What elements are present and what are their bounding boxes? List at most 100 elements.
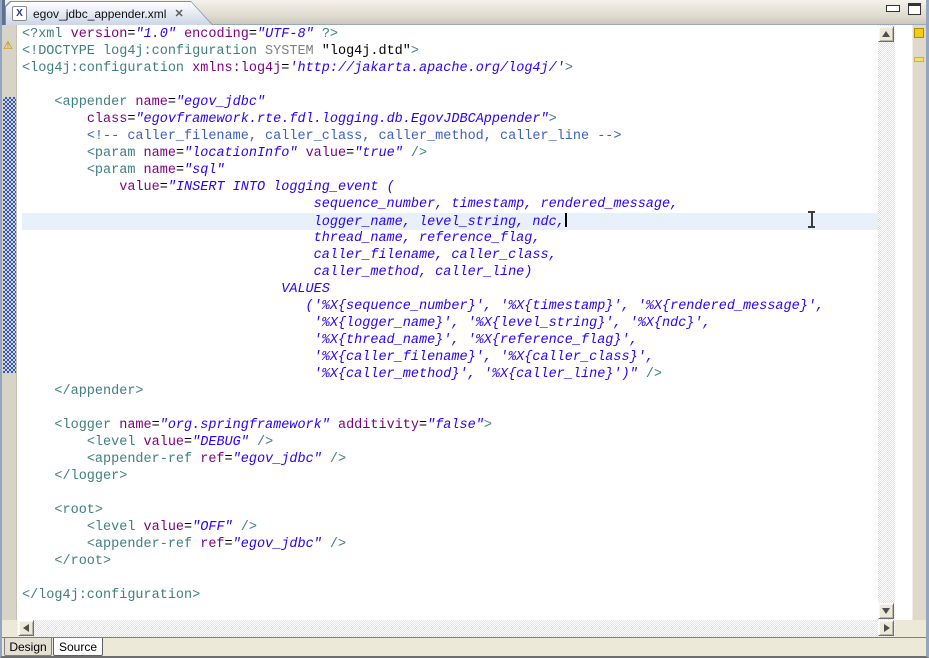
code-token: name — [135, 95, 167, 110]
code-token: <param — [87, 163, 144, 178]
code-line[interactable]: <level value="DEBUG" /> — [22, 434, 895, 451]
code-token: = — [249, 27, 257, 42]
code-line[interactable]: '%X{thread_name}', '%X{reference_flag}', — [22, 332, 895, 349]
code-token: = — [176, 163, 184, 178]
code-token: <appender — [54, 95, 135, 110]
code-line[interactable]: thread_name, reference_flag, — [22, 230, 895, 247]
triangle-up-icon — [882, 31, 890, 37]
code-line[interactable]: </logger> — [22, 468, 895, 485]
code-token: "egov_jdbc" — [233, 537, 322, 552]
tab-source[interactable]: Source — [53, 638, 103, 656]
code-token: '%X{caller_filename}', '%X{caller_class}… — [22, 350, 654, 365]
code-token — [22, 435, 87, 450]
scroll-left-button[interactable] — [18, 620, 34, 636]
code-token: /> — [330, 537, 346, 552]
code-token: </logger> — [54, 469, 127, 484]
code-token: <level — [87, 435, 144, 450]
code-line[interactable]: '%X{caller_filename}', '%X{caller_class}… — [22, 349, 895, 366]
maximize-icon[interactable] — [908, 3, 921, 15]
code-line[interactable]: <root> — [22, 502, 895, 519]
range-indicator — [3, 97, 16, 373]
code-line[interactable]: <logger name="org.springframework" addit… — [22, 417, 895, 434]
code-line[interactable]: </appender> — [22, 383, 895, 400]
code-token: 'http://jakarta.apache.org/log4j/' — [289, 61, 564, 76]
code-line[interactable]: <level value="OFF" /> — [22, 519, 895, 536]
code-line[interactable]: class="egovframework.rte.fdl.logging.db.… — [22, 111, 895, 128]
code-token: SYSTEM — [265, 44, 322, 59]
code-token — [233, 520, 241, 535]
xml-file-icon: X — [12, 6, 27, 21]
code-line[interactable]: </root> — [22, 553, 895, 570]
code-token — [403, 146, 411, 161]
code-token: </appender> — [54, 384, 143, 399]
code-token: xmlns:log4j — [192, 61, 281, 76]
code-token: <!DOCTYPE log4j:configuration — [22, 44, 265, 59]
code-line[interactable]: </log4j:configuration> — [22, 587, 895, 604]
code-line[interactable]: <appender name="egov_jdbc" — [22, 94, 895, 111]
code-line[interactable]: '%X{logger_name}', '%X{level_string}', '… — [22, 315, 895, 332]
annotation-ruler[interactable]: ⚠ — [2, 25, 17, 620]
overview-ruler-track[interactable] — [912, 25, 926, 620]
mouse-ibeam-cursor — [807, 211, 816, 228]
code-token: "OFF" — [192, 520, 233, 535]
text-caret — [565, 213, 567, 227]
code-token: name — [119, 418, 151, 433]
code-token: <param — [87, 146, 144, 161]
code-line[interactable] — [22, 485, 895, 502]
code-line[interactable]: ('%X{sequence_number}', '%X{timestamp}',… — [22, 298, 895, 315]
scroll-up-button[interactable] — [878, 26, 894, 42]
code-token: name — [144, 146, 176, 161]
code-line[interactable] — [22, 400, 895, 417]
warning-icon[interactable]: ⚠ — [3, 39, 13, 52]
code-line[interactable]: <log4j:configuration xmlns:log4j='http:/… — [22, 60, 895, 77]
bottom-tab-bar: Design Source — [2, 637, 926, 656]
code-line[interactable]: <!DOCTYPE log4j:configuration SYSTEM "lo… — [22, 43, 895, 60]
code-token — [322, 452, 330, 467]
code-token: </root> — [54, 554, 111, 569]
code-line[interactable]: caller_method, caller_line) — [22, 264, 895, 281]
code-token: '%X{caller_method}', '%X{caller_line}')" — [22, 367, 638, 382]
code-token: </log4j:configuration> — [22, 588, 200, 603]
code-token: "org.springframework" — [160, 418, 330, 433]
scroll-down-button[interactable] — [878, 603, 894, 619]
editor-tab[interactable]: X egov_jdbc_appender.xml ✕ — [5, 1, 213, 25]
code-line[interactable]: <appender-ref ref="egov_jdbc" /> — [22, 451, 895, 468]
code-token: sequence_number, timestamp, rendered_mes… — [22, 197, 678, 212]
code-token: VALUES — [22, 282, 330, 297]
code-line[interactable]: '%X{caller_method}', '%X{caller_line}')"… — [22, 366, 895, 383]
code-line[interactable]: value="INSERT INTO logging_event ( — [22, 179, 895, 196]
code-line[interactable]: <?xml version="1.0" encoding="UTF-8" ?> — [22, 26, 895, 43]
code-token — [22, 452, 87, 467]
code-line[interactable]: VALUES — [22, 281, 895, 298]
code-token — [22, 95, 54, 110]
overview-header-warning-mark[interactable] — [914, 28, 924, 38]
code-token: additivity — [338, 418, 419, 433]
code-line[interactable] — [22, 570, 895, 587]
code-token: encoding — [184, 27, 249, 42]
code-line[interactable]: <param name="sql" — [22, 162, 895, 179]
overview-ruler[interactable] — [895, 25, 926, 620]
minimize-icon[interactable] — [886, 5, 900, 12]
scroll-right-button[interactable] — [878, 620, 894, 636]
tab-bar-left-edge — [2, 0, 5, 25]
code-token: "egov_jdbc" — [176, 95, 265, 110]
editor-tab-face[interactable]: X egov_jdbc_appender.xml ✕ — [6, 2, 212, 25]
code-token: "DEBUG" — [192, 435, 249, 450]
close-icon[interactable]: ✕ — [174, 7, 183, 20]
code-token: <root> — [54, 503, 103, 518]
code-line[interactable]: <appender-ref ref="egov_jdbc" /> — [22, 536, 895, 553]
horizontal-scrollbar[interactable] — [17, 620, 895, 637]
code-line[interactable]: sequence_number, timestamp, rendered_mes… — [22, 196, 895, 213]
code-line[interactable]: <!-- caller_filename, caller_class, call… — [22, 128, 895, 145]
code-token: = — [176, 146, 184, 161]
vertical-scrollbar[interactable] — [878, 25, 895, 620]
code-area[interactable]: <?xml version="1.0" encoding="UTF-8" ?><… — [17, 25, 895, 620]
code-line[interactable]: caller_filename, caller_class, — [22, 247, 895, 264]
code-line[interactable] — [22, 77, 895, 94]
code-token: = — [184, 520, 192, 535]
tab-design[interactable]: Design — [4, 638, 52, 656]
code-token — [22, 129, 87, 144]
overview-warning-mark[interactable] — [914, 57, 924, 62]
code-line[interactable]: logger_name, level_string, ndc, — [22, 213, 895, 230]
code-line[interactable]: <param name="locationInfo" value="true" … — [22, 145, 895, 162]
